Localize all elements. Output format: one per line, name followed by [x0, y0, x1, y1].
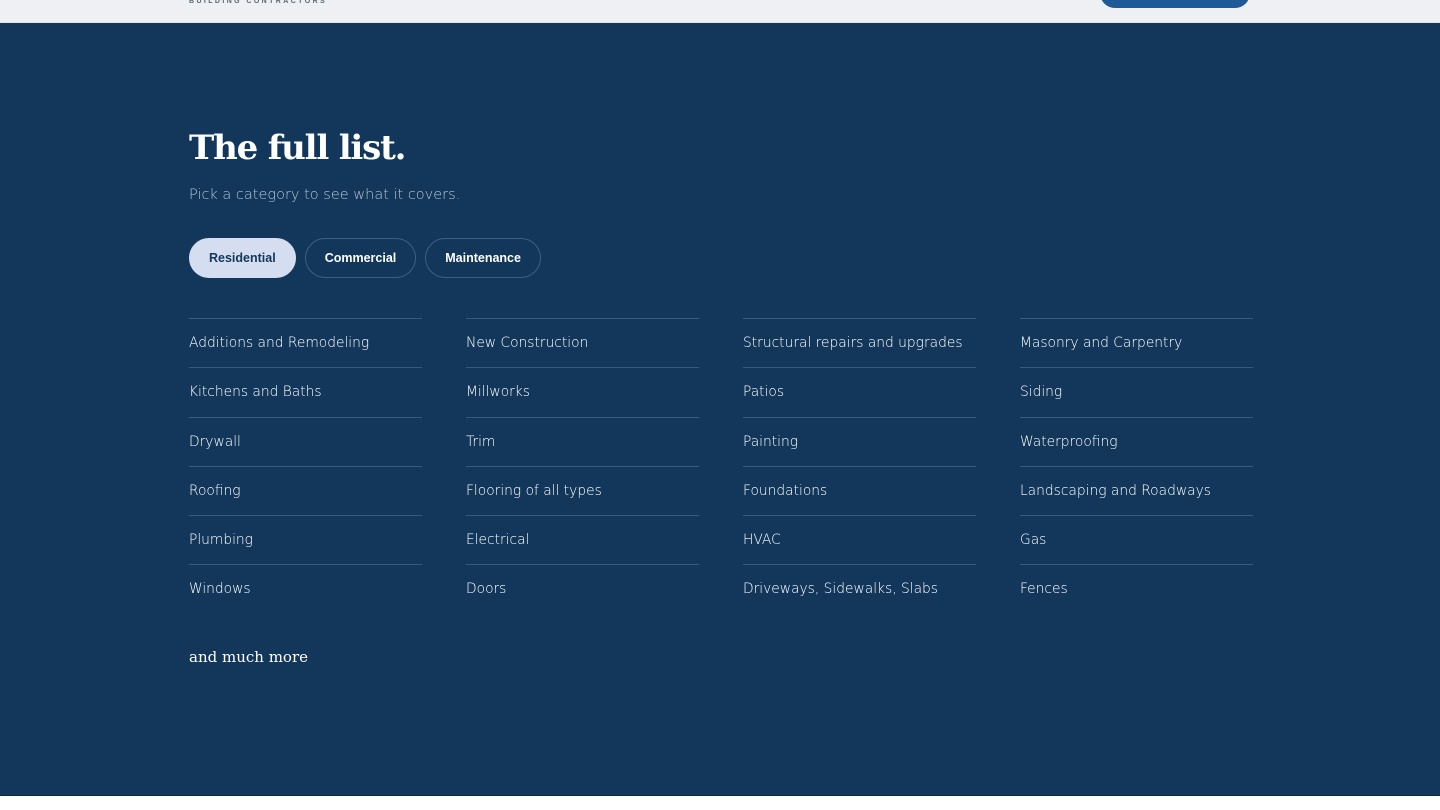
brand-tagline: BUILDING CONTRACTORS: [189, 0, 328, 5]
service-item: Masonry and Carpentry: [1020, 318, 1253, 367]
service-item: Trim: [466, 416, 699, 466]
service-item: Millworks: [466, 367, 699, 416]
next-section-edge: [0, 795, 1440, 810]
service-item: Fences: [1020, 564, 1253, 613]
service-item: Flooring of all types: [466, 465, 699, 515]
service-item: Doors: [466, 564, 699, 613]
service-item: Roofing: [189, 465, 422, 515]
service-item: Windows: [189, 564, 422, 613]
services-section: The full list. Pick a category to see wh…: [0, 23, 1440, 795]
service-item: Painting: [743, 416, 976, 466]
service-item: Plumbing: [189, 515, 422, 564]
and-much-more-text: and much more: [189, 648, 308, 666]
service-item: Foundations: [743, 465, 976, 515]
service-item: HVAC: [743, 515, 976, 564]
service-item: New Construction: [466, 318, 699, 367]
site-header: BUILDING CONTRACTORS: [0, 0, 1440, 23]
service-item: Landscaping and Roadways: [1020, 465, 1253, 515]
service-column-4: Masonry and Carpentry Siding Waterproofi…: [1020, 318, 1253, 614]
service-item: Driveways, Sidewalks, Slabs: [743, 564, 976, 613]
service-item: Kitchens and Baths: [189, 367, 422, 416]
service-item: Waterproofing: [1020, 416, 1253, 466]
header-cta-button[interactable]: [1100, 0, 1250, 8]
category-tabs: Residential Commercial Maintenance: [189, 238, 541, 278]
service-item: Structural repairs and upgrades: [743, 318, 976, 367]
tab-commercial[interactable]: Commercial: [304, 238, 417, 278]
service-item: Siding: [1020, 367, 1253, 416]
section-title: The full list.: [189, 128, 406, 168]
service-item: Electrical: [466, 515, 699, 564]
tab-residential[interactable]: Residential: [189, 238, 296, 278]
service-item: Drywall: [189, 416, 422, 466]
service-column-1: Additions and Remodeling Kitchens and Ba…: [189, 318, 422, 614]
service-grid: Additions and Remodeling Kitchens and Ba…: [189, 318, 1253, 614]
service-item: Gas: [1020, 515, 1253, 564]
tab-maintenance[interactable]: Maintenance: [425, 238, 541, 278]
section-subtitle: Pick a category to see what it covers.: [189, 187, 461, 203]
service-column-2: New Construction Millworks Trim Flooring…: [466, 318, 699, 614]
service-item: Patios: [743, 367, 976, 416]
service-column-3: Structural repairs and upgrades Patios P…: [743, 318, 976, 614]
service-item: Additions and Remodeling: [189, 318, 422, 367]
